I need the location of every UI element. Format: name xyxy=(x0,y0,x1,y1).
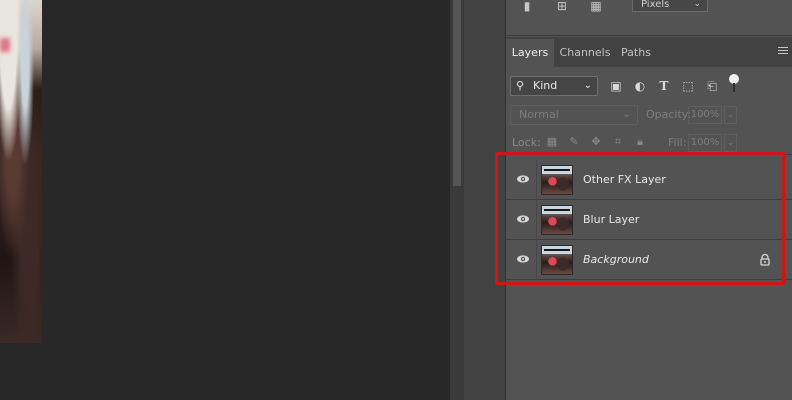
filter-toggle-switch[interactable] xyxy=(729,74,739,92)
lock-label: Lock: xyxy=(512,136,541,149)
canvas-vertical-scrollbar[interactable] xyxy=(450,0,464,400)
fill-dropdown-icon[interactable]: ⌄ xyxy=(724,134,737,152)
lock-position-icon[interactable]: ✥ xyxy=(588,134,604,150)
fill-label: Fill: xyxy=(668,136,687,149)
opacity-input[interactable]: 100% xyxy=(688,106,722,124)
image-detail xyxy=(0,38,10,52)
layer-row-other-fx[interactable]: Other FX Layer xyxy=(506,160,792,200)
properties-panel-remnant: ▮ ⊞ ▦ Pixels ⌄ xyxy=(506,0,792,36)
panel-tabbar: Layers Channels Paths xyxy=(506,37,792,67)
units-select-value: Pixels xyxy=(641,0,670,10)
photoshop-workspace: ▮ ⊞ ▦ Pixels ⌄ Layers Channels Paths ⚲ K… xyxy=(0,0,792,400)
canvas-area[interactable] xyxy=(0,0,450,400)
chevron-down-icon: ⌄ xyxy=(583,80,592,91)
image-filter-icon[interactable]: ▣ xyxy=(608,78,624,94)
lock-icon xyxy=(760,253,770,266)
scrollbar-thumb[interactable] xyxy=(453,0,461,186)
type-filter-icon[interactable]: T xyxy=(656,78,672,94)
canvas-image xyxy=(0,0,42,343)
transparency-grid-icon[interactable]: ▦ xyxy=(588,0,604,12)
layer-thumbnail xyxy=(541,205,573,235)
layer-name[interactable]: Background xyxy=(583,253,649,266)
lock-image-pixels-icon[interactable]: ✎ xyxy=(566,134,582,150)
layers-panel: Layers Channels Paths ⚲ Kind ⌄ ▣ ◐ T ⬚ ⎗ xyxy=(506,37,792,400)
layers-list: Other FX Layer Blur Layer Background xyxy=(506,160,792,280)
eye-icon[interactable] xyxy=(516,172,530,186)
lock-all-icon[interactable]: 🔒︎ xyxy=(632,134,648,150)
filter-kind-select[interactable]: ⚲ Kind ⌄ xyxy=(510,76,598,96)
blend-mode-select[interactable]: Normal ⌄ xyxy=(510,105,638,125)
layer-thumbnail xyxy=(541,245,573,275)
smart-object-filter-icon[interactable]: ⎗ xyxy=(704,78,720,94)
blend-row: Normal ⌄ Opacity: 100% ⌄ xyxy=(506,105,792,127)
panel-menu-icon[interactable] xyxy=(778,47,788,57)
lock-artboard-icon[interactable]: ⌗ xyxy=(610,134,626,150)
dock-collapsed-strip xyxy=(464,0,506,400)
grid-icon[interactable]: ⊞ xyxy=(554,0,570,12)
layer-row-background[interactable]: Background xyxy=(506,240,792,280)
layer-name[interactable]: Other FX Layer xyxy=(583,173,666,186)
layer-filter-row: ⚲ Kind ⌄ ▣ ◐ T ⬚ ⎗ xyxy=(506,73,792,99)
chevron-down-icon: ⌄ xyxy=(622,109,631,120)
opacity-label: Opacity: xyxy=(646,108,692,121)
ruler-icon[interactable]: ▮ xyxy=(519,0,535,12)
adjustment-filter-icon[interactable]: ◐ xyxy=(632,78,648,94)
eye-icon[interactable] xyxy=(516,252,530,266)
blend-mode-value: Normal xyxy=(519,108,559,121)
tab-channels[interactable]: Channels xyxy=(556,39,614,67)
opacity-dropdown-icon[interactable]: ⌄ xyxy=(724,106,737,124)
layer-row-blur[interactable]: Blur Layer xyxy=(506,200,792,240)
lock-transparent-pixels-icon[interactable]: ▦ xyxy=(544,134,560,150)
chevron-down-icon: ⌄ xyxy=(693,0,701,9)
layer-thumbnail xyxy=(541,165,573,195)
units-select[interactable]: Pixels ⌄ xyxy=(632,0,708,12)
right-dock: ▮ ⊞ ▦ Pixels ⌄ Layers Channels Paths ⚲ K… xyxy=(464,0,792,400)
layer-name[interactable]: Blur Layer xyxy=(583,213,639,226)
filter-kind-label: Kind xyxy=(533,79,558,92)
search-icon: ⚲ xyxy=(516,79,525,92)
shape-filter-icon[interactable]: ⬚ xyxy=(680,78,696,94)
lock-row: Lock: ▦ ✎ ✥ ⌗ 🔒︎ Fill: 100% ⌄ xyxy=(506,133,792,155)
fill-input[interactable]: 100% xyxy=(688,134,722,152)
eye-icon[interactable] xyxy=(516,212,530,226)
tab-layers[interactable]: Layers xyxy=(506,39,554,67)
tab-paths[interactable]: Paths xyxy=(616,39,656,67)
